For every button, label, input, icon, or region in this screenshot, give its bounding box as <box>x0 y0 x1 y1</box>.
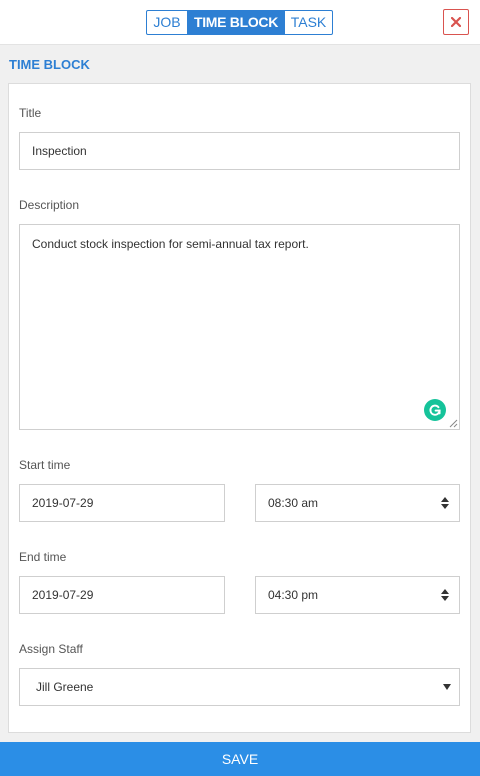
top-bar: JOB TIME BLOCK TASK <box>0 0 480 45</box>
save-button[interactable]: SAVE <box>0 742 480 776</box>
end-time-value: 04:30 pm <box>268 588 319 602</box>
start-date-input[interactable]: 2019-07-29 <box>19 484 225 522</box>
type-tabs: JOB TIME BLOCK TASK <box>146 10 333 35</box>
grammarly-g-glyph <box>429 404 441 416</box>
end-date-input[interactable]: 2019-07-29 <box>19 576 225 614</box>
close-button[interactable] <box>443 9 469 35</box>
start-date-value: 2019-07-29 <box>32 496 94 510</box>
end-time-label: End time <box>19 550 67 564</box>
grammarly-icon[interactable] <box>424 399 446 421</box>
up-down-arrows-icon <box>441 589 449 601</box>
title-value: Inspection <box>32 144 87 158</box>
up-down-arrows-icon <box>441 497 449 509</box>
description-textarea[interactable]: Conduct stock inspection for semi-annual… <box>19 224 460 430</box>
resize-grip-icon[interactable] <box>449 419 458 428</box>
tab-time-block[interactable]: TIME BLOCK <box>188 11 284 34</box>
start-time-label: Start time <box>19 458 71 472</box>
title-input[interactable]: Inspection <box>19 132 460 170</box>
title-label: Title <box>19 106 42 120</box>
tab-task[interactable]: TASK <box>284 11 332 34</box>
caret-down-icon <box>443 684 451 690</box>
assign-staff-select[interactable]: Jill Greene <box>19 668 460 706</box>
assign-staff-value: Jill Greene <box>36 680 94 694</box>
assign-staff-label: Assign Staff <box>19 642 83 656</box>
end-time-select[interactable]: 04:30 pm <box>255 576 460 614</box>
description-value: Conduct stock inspection for semi-annual… <box>32 237 309 251</box>
section-title: TIME BLOCK <box>9 57 90 72</box>
close-x-icon <box>451 17 461 27</box>
tab-job[interactable]: JOB <box>147 11 188 34</box>
start-time-select[interactable]: 08:30 am <box>255 484 460 522</box>
end-date-value: 2019-07-29 <box>32 588 94 602</box>
start-time-value: 08:30 am <box>268 496 319 510</box>
description-label: Description <box>19 198 80 212</box>
